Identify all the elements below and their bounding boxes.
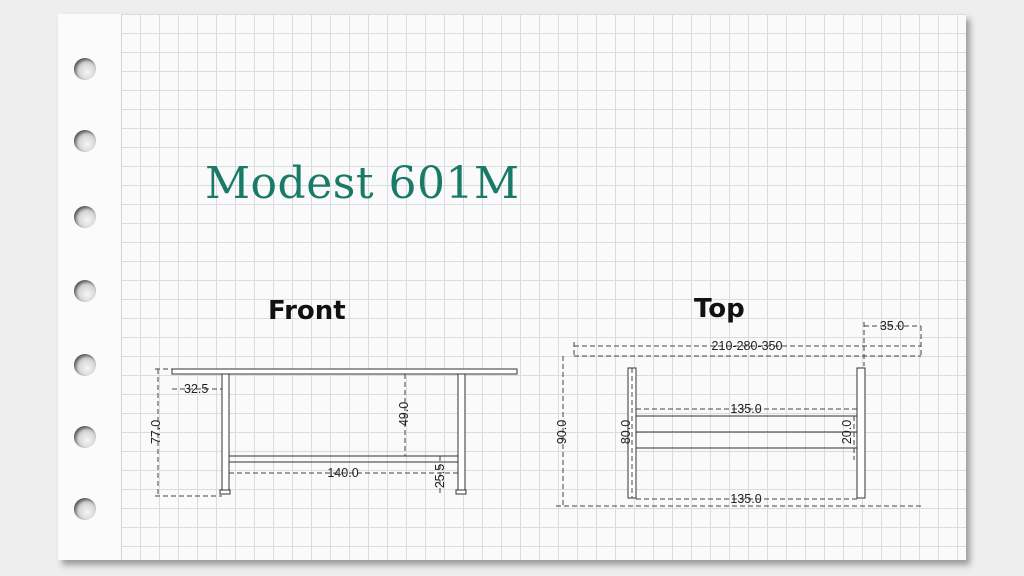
right-frame bbox=[856, 367, 866, 499]
dim-width-range: 210-280-350 bbox=[712, 339, 783, 353]
dim-inner-depth: 80.0 bbox=[619, 420, 633, 444]
top-view-table bbox=[627, 367, 866, 499]
dim-height: 77.0 bbox=[149, 420, 163, 444]
right-foot bbox=[455, 489, 467, 495]
dim-beam-lower: 135.0 bbox=[730, 492, 761, 506]
dim-extension: 35.0 bbox=[880, 319, 904, 333]
technical-drawing: 32.5 77.0 49.0 140.0 25.5 35.0 210-280-3… bbox=[149, 319, 922, 507]
table-top bbox=[171, 368, 518, 375]
dim-beam-upper: 135.0 bbox=[730, 402, 761, 416]
dim-foot: 25.5 bbox=[433, 464, 447, 488]
left-foot bbox=[219, 489, 231, 495]
dim-length: 140.0 bbox=[327, 466, 358, 480]
dim-depth: 90.0 bbox=[555, 420, 569, 444]
left-leg bbox=[221, 373, 230, 495]
dim-overhang: 32.5 bbox=[184, 382, 208, 396]
dim-clearance: 49.0 bbox=[397, 402, 411, 426]
right-leg bbox=[457, 373, 466, 495]
dim-beam-width: 20.0 bbox=[840, 420, 854, 444]
